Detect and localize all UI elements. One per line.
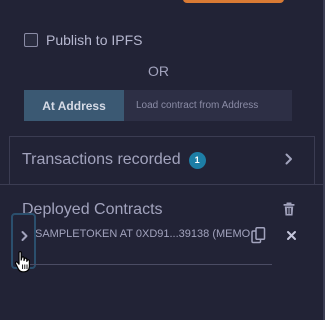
publish-to-ipfs-label: Publish to IPFS [46,32,143,48]
at-address-group: At Address [24,90,292,121]
deployed-contract-row[interactable]: SAMPLETOKEN AT 0XD91...39138 (MEMORY) [14,224,300,248]
transactions-recorded-panel[interactable]: Transactions recorded 1 [9,136,315,184]
trash-icon[interactable] [282,202,296,216]
deploy-button-partial[interactable] [183,0,284,3]
publish-to-ipfs-row[interactable]: Publish to IPFS [24,32,143,48]
publish-to-ipfs-checkbox[interactable] [24,33,38,47]
transactions-count-badge: 1 [188,151,206,169]
hand-pointer-icon [14,251,30,273]
load-contract-address-input[interactable] [124,90,292,121]
at-address-button[interactable]: At Address [24,90,124,121]
contract-row-divider [22,264,272,265]
transactions-recorded-header: Transactions recorded 1 [22,151,206,169]
contract-instance-label: SAMPLETOKEN AT 0XD91...39138 (MEMORY) [35,228,251,240]
close-icon[interactable] [286,230,297,241]
deployed-contracts-title: Deployed Contracts [22,201,163,218]
section-divider [0,184,323,185]
copy-icon[interactable] [251,227,266,244]
chevron-right-icon[interactable] [284,152,294,166]
transactions-recorded-title: Transactions recorded [22,151,181,168]
or-separator: OR [148,63,169,79]
